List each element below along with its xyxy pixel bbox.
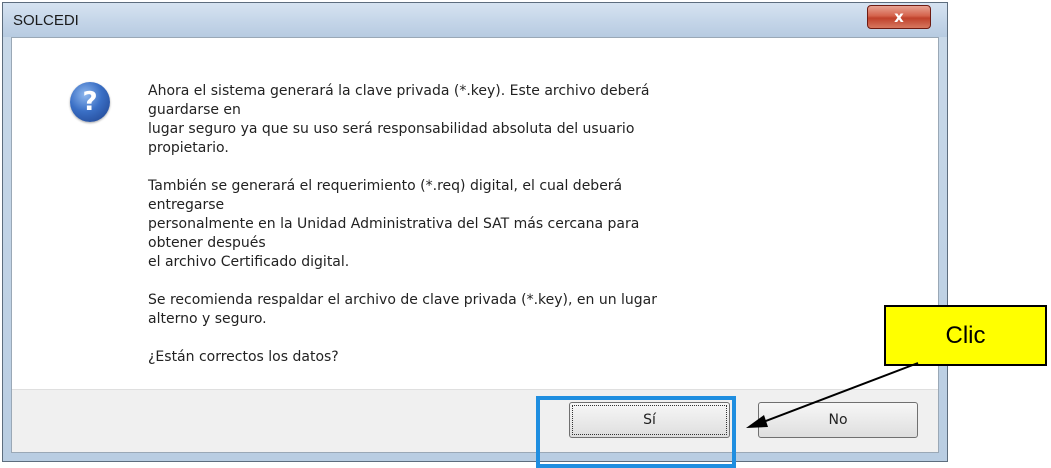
callout-arrow-icon	[746, 362, 919, 428]
